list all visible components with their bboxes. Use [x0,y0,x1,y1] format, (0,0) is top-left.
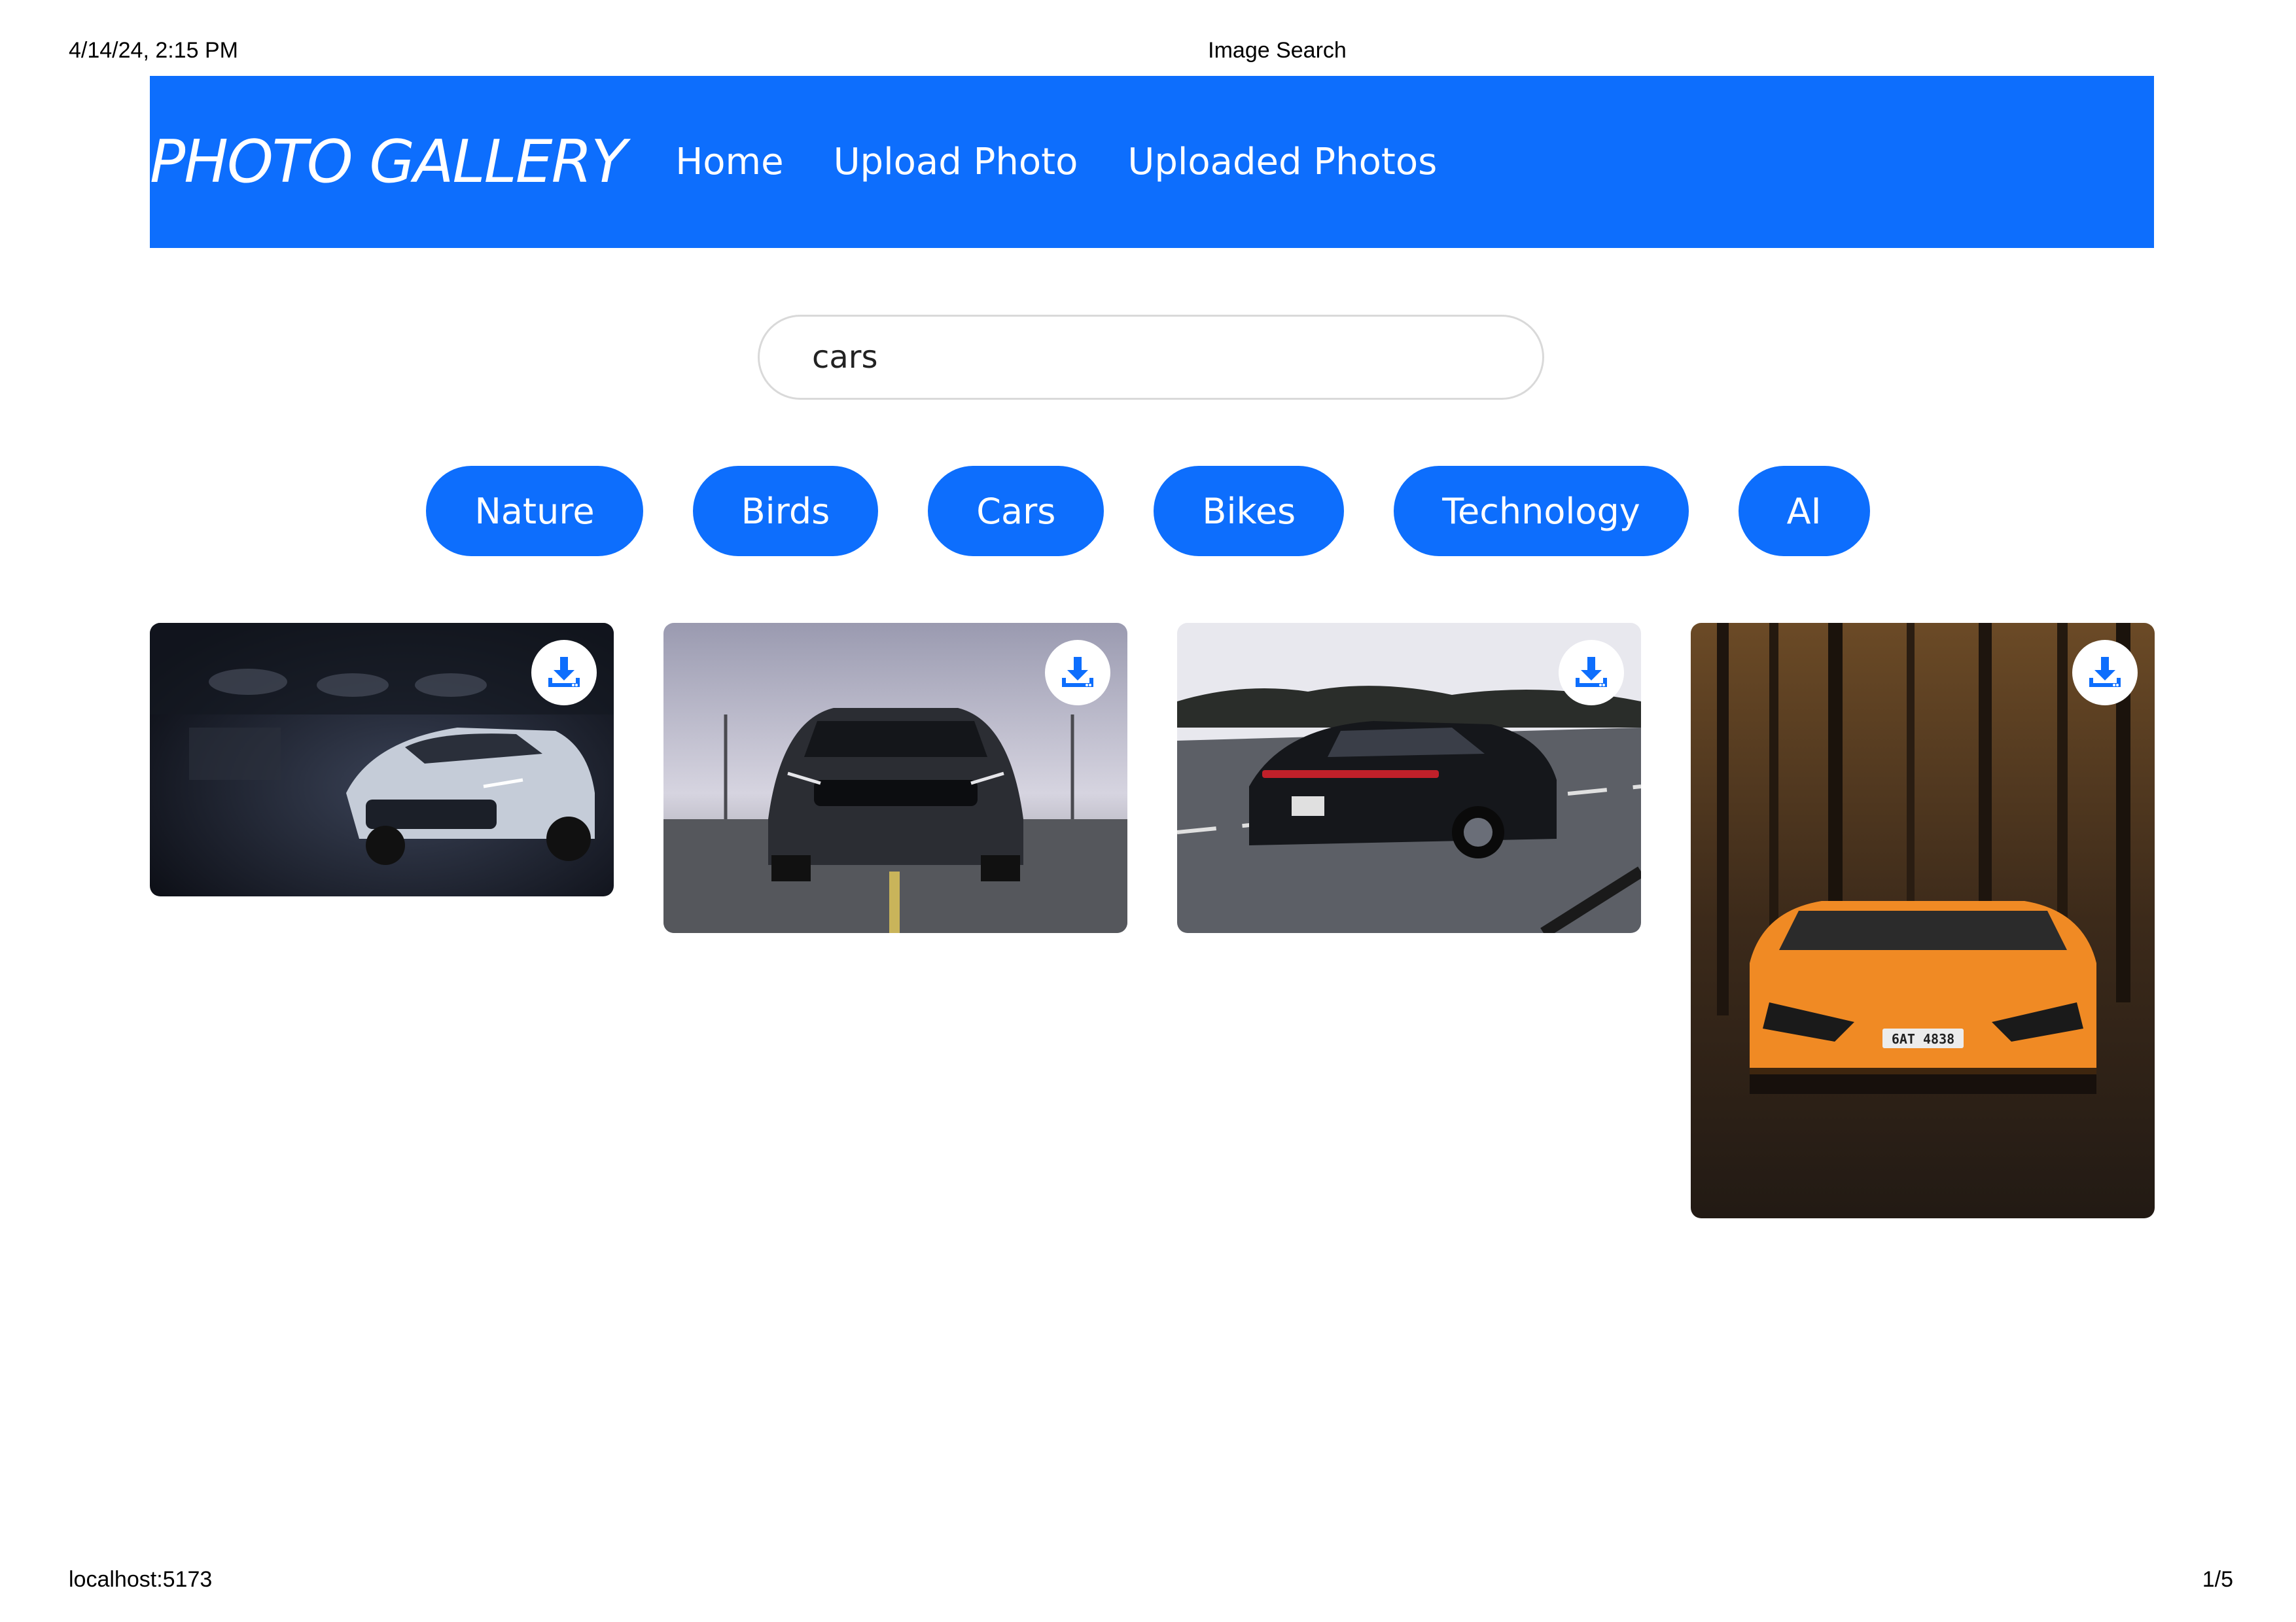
nav-link-uploaded-photos[interactable]: Uploaded Photos [1127,141,1437,183]
category-pill-nature[interactable]: Nature [426,466,643,556]
photo-card[interactable] [150,623,614,896]
download-icon [1062,657,1093,687]
download-icon [548,657,580,687]
category-pill-cars[interactable]: Cars [928,466,1104,556]
photo-card[interactable] [663,623,1127,933]
download-icon [1576,657,1607,687]
download-button[interactable] [1045,640,1110,705]
print-title: Image Search [1208,38,1347,63]
category-pill-ai[interactable]: AI [1738,466,1870,556]
license-plate: 6AT 4838 [1892,1031,1954,1047]
category-pill-bikes[interactable]: Bikes [1154,466,1345,556]
photo-orange-supercar: 6AT 4838 [1691,623,2155,1218]
category-pill-birds[interactable]: Birds [692,466,879,556]
photo-card[interactable] [1177,623,1641,933]
brand-title[interactable]: PHOTO GALLERY [150,128,627,196]
search-input[interactable] [811,338,1468,376]
category-pills: Nature Birds Cars Bikes Technology AI [0,466,2296,556]
nav-link-home[interactable]: Home [675,141,783,183]
navbar: PHOTO GALLERY Home Upload Photo Uploaded… [150,76,2154,248]
print-page-number: 1/5 [2202,1567,2233,1592]
search-box [758,315,1544,400]
photo-card[interactable]: 6AT 4838 [1691,623,2155,1218]
nav-link-upload-photo[interactable]: Upload Photo [834,141,1078,183]
download-button[interactable] [2072,640,2138,705]
category-pill-technology[interactable]: Technology [1394,466,1689,556]
download-button[interactable] [531,640,597,705]
download-button[interactable] [1559,640,1624,705]
download-icon [2089,657,2121,687]
print-url: localhost:5173 [69,1567,213,1592]
nav-links: Home Upload Photo Uploaded Photos [675,141,1487,183]
